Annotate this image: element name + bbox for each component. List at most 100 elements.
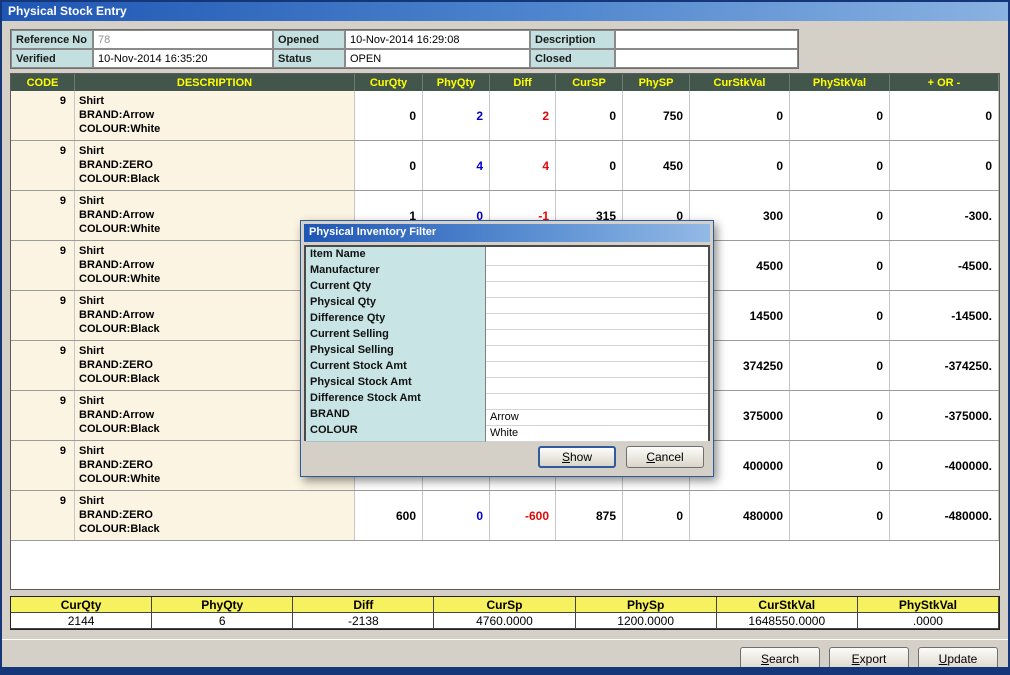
filter-row-physical-selling: Physical Selling — [306, 343, 708, 359]
reference-no-value: 78 — [93, 30, 273, 49]
cell-phystkval: 0 — [790, 341, 890, 390]
cell-description: Shirt BRAND:ZERO COLOUR:Black — [75, 491, 355, 540]
cell-plus-or-minus: -14500. — [890, 291, 999, 340]
status-value: OPEN — [345, 49, 530, 68]
col-header-curstkval[interactable]: CurStkVal — [690, 74, 790, 91]
opened-value: 10-Nov-2014 16:29:08 — [345, 30, 530, 49]
col-header-phyqty[interactable]: PhyQty — [423, 74, 490, 91]
cell-code: 9 — [11, 291, 75, 340]
export-button-label: Export — [830, 652, 908, 666]
cell-curstkval: 480000 — [690, 491, 790, 540]
colour-input[interactable] — [486, 426, 708, 441]
cell-cursp: 0 — [556, 141, 623, 190]
filter-row-difference-stock-amt: Difference Stock Amt — [306, 391, 708, 407]
cell-plus-or-minus: -4500. — [890, 241, 999, 290]
cell-description: Shirt BRAND:ZERO COLOUR:Black — [75, 141, 355, 190]
cell-phystkval: 0 — [790, 91, 890, 140]
dialog-title-text: Physical Inventory Filter — [309, 226, 436, 238]
summary-value-diff: -2138 — [293, 613, 434, 629]
dialog-button-row: Show Cancel — [304, 441, 710, 473]
show-button[interactable]: Show — [538, 446, 616, 468]
cell-physp: 750 — [623, 91, 690, 140]
cell-physp: 450 — [623, 141, 690, 190]
search-button-label: Search — [741, 652, 819, 666]
cell-plus-or-minus: 0 — [890, 141, 999, 190]
window-titlebar[interactable]: Physical Stock Entry — [2, 2, 1008, 21]
table-row[interactable]: 9 Shirt BRAND:ZERO COLOUR:Black 600 0 -6… — [11, 491, 999, 541]
cell-diff: 2 — [490, 91, 556, 140]
cell-plus-or-minus: -374250. — [890, 341, 999, 390]
summary-value-row: 2144 6 -2138 4760.0000 1200.0000 1648550… — [11, 613, 999, 629]
col-header-code[interactable]: CODE — [11, 74, 75, 91]
cell-code: 9 — [11, 141, 75, 190]
col-header-diff[interactable]: Diff — [490, 74, 556, 91]
cell-phyqty[interactable]: 0 — [423, 491, 490, 540]
cell-phystkval: 0 — [790, 291, 890, 340]
filter-row-item-name: Item Name — [306, 247, 708, 263]
update-button-label: Update — [919, 652, 997, 666]
cell-phystkval: 0 — [790, 391, 890, 440]
cell-curqty: 600 — [355, 491, 423, 540]
physical-inventory-filter-dialog: Physical Inventory Filter Item Name Manu… — [300, 220, 714, 477]
summary-header-cursp: CurSp — [434, 597, 575, 613]
summary-header-phyqty: PhyQty — [152, 597, 293, 613]
colour-label: COLOUR — [306, 423, 486, 442]
cell-phystkval: 0 — [790, 141, 890, 190]
cell-phyqty[interactable]: 4 — [423, 141, 490, 190]
cell-description: Shirt BRAND:Arrow COLOUR:White — [75, 91, 355, 140]
col-header-curqty[interactable]: CurQty — [355, 74, 423, 91]
cell-diff: -600 — [490, 491, 556, 540]
cell-cursp: 0 — [556, 91, 623, 140]
filter-row-physical-qty: Physical Qty — [306, 295, 708, 311]
dialog-fields-panel: Item Name Manufacturer Current Qty Physi… — [304, 245, 710, 441]
status-label: Status — [273, 49, 345, 68]
table-row[interactable]: 9 Shirt BRAND:Arrow COLOUR:White 0 2 2 0… — [11, 91, 999, 141]
summary-header-curqty: CurQty — [11, 597, 152, 613]
cell-curqty: 0 — [355, 141, 423, 190]
col-header-cursp[interactable]: CurSP — [556, 74, 623, 91]
cell-curstkval: 0 — [690, 141, 790, 190]
cell-code: 9 — [11, 91, 75, 140]
cell-code: 9 — [11, 241, 75, 290]
summary-value-phystkval: .0000 — [858, 613, 999, 629]
filter-row-current-selling: Current Selling — [306, 327, 708, 343]
closed-value — [615, 49, 798, 68]
cell-curqty: 0 — [355, 91, 423, 140]
summary-header-phystkval: PhyStkVal — [858, 597, 999, 613]
col-header-physp[interactable]: PhySP — [623, 74, 690, 91]
closed-label: Closed — [530, 49, 615, 68]
cell-code: 9 — [11, 441, 75, 490]
filter-row-difference-qty: Difference Qty — [306, 311, 708, 327]
cell-phystkval: 0 — [790, 491, 890, 540]
cell-plus-or-minus: -480000. — [890, 491, 999, 540]
cell-physp: 0 — [623, 491, 690, 540]
grid-header-row: CODE DESCRIPTION CurQty PhyQty Diff CurS… — [11, 74, 999, 91]
cancel-button[interactable]: Cancel — [626, 446, 704, 468]
summary-totals: CurQty PhyQty Diff CurSp PhySp CurStkVal… — [10, 596, 1000, 630]
opened-label: Opened — [273, 30, 345, 49]
cell-plus-or-minus: -375000. — [890, 391, 999, 440]
cell-code: 9 — [11, 391, 75, 440]
description-label: Description — [530, 30, 615, 49]
cell-phystkval: 0 — [790, 241, 890, 290]
cancel-button-label: Cancel — [627, 450, 703, 464]
col-header-phystkval[interactable]: PhyStkVal — [790, 74, 890, 91]
verified-label: Verified — [11, 49, 93, 68]
description-value — [615, 30, 798, 49]
header-panel: Reference No 78 Opened 10-Nov-2014 16:29… — [2, 21, 1008, 73]
summary-header-diff: Diff — [293, 597, 434, 613]
col-header-plus-or-minus[interactable]: + OR - — [890, 74, 999, 91]
summary-value-curqty: 2144 — [11, 613, 152, 629]
cell-phystkval: 0 — [790, 191, 890, 240]
filter-row-current-qty: Current Qty — [306, 279, 708, 295]
summary-value-physp: 1200.0000 — [576, 613, 717, 629]
filter-row-current-stock-amt: Current Stock Amt — [306, 359, 708, 375]
cell-diff: 4 — [490, 141, 556, 190]
col-header-description[interactable]: DESCRIPTION — [75, 74, 355, 91]
dialog-titlebar[interactable]: Physical Inventory Filter — [304, 224, 710, 242]
filter-row-colour: COLOUR — [306, 423, 708, 439]
table-row[interactable]: 9 Shirt BRAND:ZERO COLOUR:Black 0 4 4 0 … — [11, 141, 999, 191]
filter-row-brand: BRAND — [306, 407, 708, 423]
cell-phyqty[interactable]: 2 — [423, 91, 490, 140]
summary-header-physp: PhySp — [576, 597, 717, 613]
